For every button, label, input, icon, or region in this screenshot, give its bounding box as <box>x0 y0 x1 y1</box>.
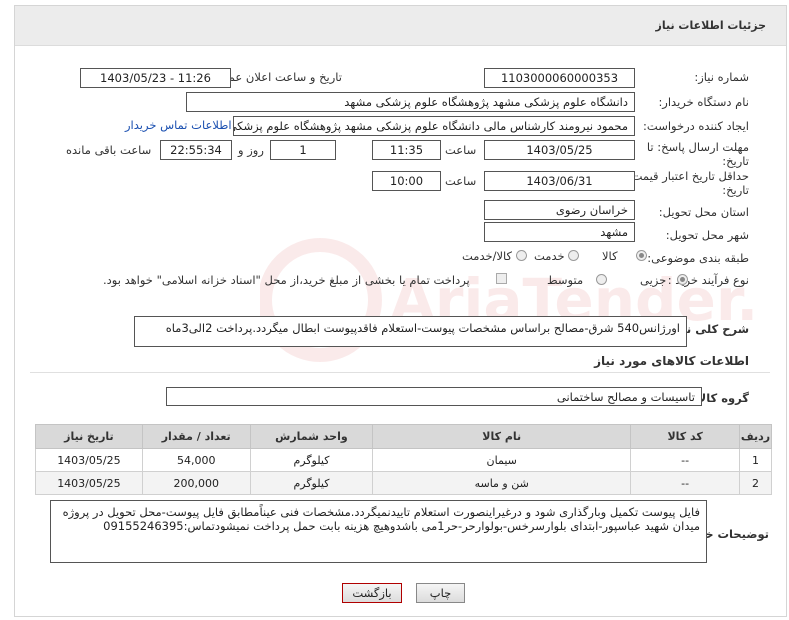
category-label: طبقه بندی موضوعی: <box>647 251 749 265</box>
col-name: نام کالا <box>372 424 632 449</box>
deadline-time-field: 11:35 <box>372 140 441 160</box>
goods-section-title: اطلاعات کالاهای مورد نیاز <box>594 354 749 368</box>
process-minor-label: جزیی <box>640 273 667 287</box>
cell-code: -- <box>630 471 741 495</box>
buyer-contact-link[interactable]: اطلاعات تماس خریدار <box>125 118 232 132</box>
cell-date: 1403/05/25 <box>35 471 143 495</box>
category-goods-radio[interactable] <box>636 250 647 261</box>
deadline-date-field: 1403/05/25 <box>484 140 635 160</box>
description-textarea: اورژانس540 شرق-مصالح براساس مشخصات پیوست… <box>134 316 687 347</box>
category-service-label: خدمت <box>534 249 565 263</box>
validity-time-field: 10:00 <box>372 171 441 191</box>
deadline-date-label: تاریخ: <box>722 154 749 168</box>
validity-label: حداقل تاریخ اعتبار قیمت: تا <box>617 169 749 183</box>
city-label: شهر محل تحویل: <box>665 228 749 242</box>
buyer-org-label: نام دستگاه خریدار: <box>658 95 749 109</box>
requester-field: محمود نیرومند کارشناس مالی دانشگاه علوم … <box>233 116 635 136</box>
cell-unit: کیلوگرم <box>249 471 374 495</box>
category-both-radio[interactable] <box>516 250 527 261</box>
col-quantity: تعداد / مقدار <box>141 424 251 449</box>
buyer-notes-textarea: فایل پیوست تکمیل وبارگذاری شود و درغیرای… <box>50 500 707 563</box>
deadline-label: مهلت ارسال پاسخ: تا <box>646 140 749 154</box>
validity-time-label: ساعت <box>445 174 477 188</box>
col-unit: واحد شمارش <box>249 424 374 449</box>
validity-date-field: 1403/06/31 <box>484 171 635 191</box>
section-divider <box>30 372 770 373</box>
table-row: 1 -- سیمان کیلوگرم 54,000 1403/05/25 <box>35 448 772 472</box>
col-row: ردیف <box>739 424 772 449</box>
cell-name: سیمان <box>372 448 632 472</box>
city-field: مشهد <box>484 222 635 242</box>
treasury-payment-checkbox[interactable] <box>496 273 507 284</box>
cell-row: 2 <box>739 471 772 495</box>
cell-date: 1403/05/25 <box>35 448 143 472</box>
process-medium-radio[interactable] <box>596 274 607 285</box>
cell-name: شن و ماسه <box>372 471 632 495</box>
remaining-time-field: 22:55:34 <box>160 140 232 160</box>
province-label: استان محل تحویل: <box>658 205 749 219</box>
category-goods-label: کالا <box>602 249 618 263</box>
need-number-field: 1103000060000353 <box>484 68 635 88</box>
province-field: خراسان رضوی <box>484 200 635 220</box>
table-row: 2 -- شن و ماسه کیلوگرم 200,000 1403/05/2… <box>35 471 772 495</box>
header-bar: جزئیات اطلاعات نیاز <box>15 6 786 46</box>
goods-table-header: ردیف کد کالا نام کالا واحد شمارش تعداد /… <box>35 424 772 449</box>
print-button[interactable]: چاپ <box>416 583 465 603</box>
cell-code: -- <box>630 448 741 472</box>
goods-group-field: تاسیسات و مصالح ساختمانی <box>166 387 702 406</box>
cell-quantity: 54,000 <box>141 448 251 472</box>
remaining-label: ساعت باقی مانده <box>66 143 152 157</box>
cell-unit: کیلوگرم <box>249 448 374 472</box>
announce-field: 1403/05/23 - 11:26 <box>80 68 231 88</box>
validity-date-label: تاریخ: <box>722 183 749 197</box>
col-date: تاریخ نیاز <box>35 424 143 449</box>
treasury-payment-note: پرداخت تمام یا بخشی از مبلغ خرید،از محل … <box>103 273 470 287</box>
goods-table: ردیف کد کالا نام کالا واحد شمارش تعداد /… <box>35 424 772 495</box>
cell-quantity: 200,000 <box>141 471 251 495</box>
days-label: روز و <box>238 143 264 157</box>
col-code: کد کالا <box>630 424 741 449</box>
category-service-radio[interactable] <box>568 250 579 261</box>
deadline-time-label: ساعت <box>445 143 477 157</box>
buyer-org-field: دانشگاه علوم پزشکی مشهد پژوهشگاه علوم پز… <box>186 92 635 112</box>
cell-row: 1 <box>739 448 772 472</box>
page-title: جزئیات اطلاعات نیاز <box>655 19 767 32</box>
back-button[interactable]: بازگشت <box>342 583 402 603</box>
process-medium-label: متوسط <box>547 273 584 287</box>
process-minor-radio[interactable] <box>677 274 688 285</box>
requester-label: ایجاد کننده درخواست: <box>643 119 749 133</box>
category-both-label: کالا/خدمت <box>462 249 513 263</box>
days-field: 1 <box>270 140 336 160</box>
need-number-label: شماره نیاز: <box>694 70 749 84</box>
